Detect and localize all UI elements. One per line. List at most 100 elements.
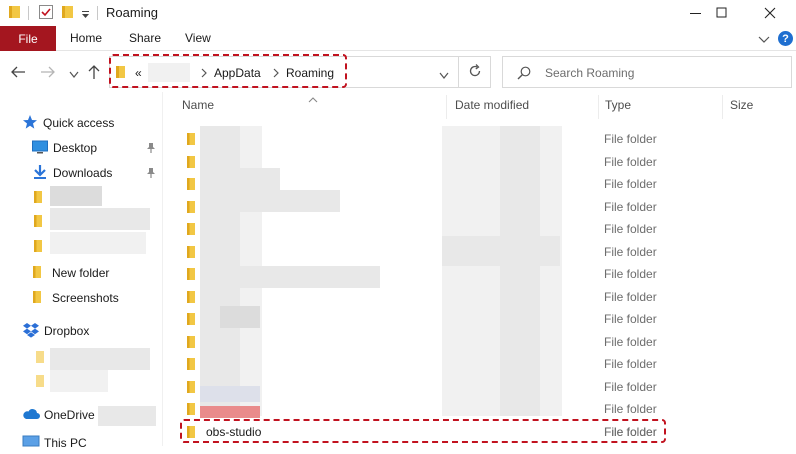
desktop-icon xyxy=(32,140,48,157)
ribbon-expand-chevron-icon[interactable] xyxy=(758,33,770,47)
forward-arrow-icon[interactable] xyxy=(40,65,56,82)
folder-icon xyxy=(186,402,196,419)
file-row[interactable]: File folder xyxy=(176,398,796,420)
pin-icon[interactable] xyxy=(146,142,156,157)
sidebar-label: OneDrive xyxy=(44,408,95,422)
sidebar-item-this-pc[interactable]: This PC xyxy=(22,432,87,454)
obs-studio-highlight xyxy=(180,419,666,443)
column-header-size[interactable]: Size xyxy=(730,98,753,112)
pin-icon[interactable] xyxy=(146,167,156,182)
sidebar-item-desktop[interactable]: Desktop xyxy=(32,137,97,159)
address-dropdown-chevron-icon[interactable] xyxy=(439,69,449,83)
column-divider[interactable] xyxy=(722,95,723,119)
redacted-label xyxy=(50,370,108,392)
column-divider[interactable] xyxy=(598,95,599,119)
sidebar-item-new-folder[interactable]: New folder xyxy=(32,262,109,284)
column-divider[interactable] xyxy=(446,95,447,119)
sidebar-item-downloads[interactable]: Downloads xyxy=(32,162,112,184)
sidebar-item-quick-access[interactable]: Quick access xyxy=(22,112,114,134)
file-type: File folder xyxy=(604,132,657,146)
star-icon xyxy=(22,114,38,133)
address-highlight xyxy=(109,54,347,88)
redacted-label xyxy=(98,406,156,426)
sort-ascending-chevron-icon[interactable] xyxy=(308,92,318,106)
folder-icon xyxy=(35,350,45,367)
sidebar-item-onedrive[interactable]: OneDrive xyxy=(22,404,95,426)
file-row[interactable]: File folder xyxy=(176,151,796,173)
file-type: File folder xyxy=(604,267,657,281)
close-button[interactable] xyxy=(750,0,790,26)
sidebar-label: Dropbox xyxy=(44,324,90,338)
file-row[interactable]: File folder xyxy=(176,196,796,218)
file-type: File folder xyxy=(604,379,657,394)
file-type: File folder xyxy=(604,289,657,304)
quick-access-toolbar-dropdown-icon[interactable] xyxy=(81,8,90,22)
folder-icon xyxy=(186,177,196,194)
search-box[interactable]: Search Roaming xyxy=(502,56,792,88)
redacted-label xyxy=(50,186,102,206)
redacted-label xyxy=(50,348,150,370)
file-type: File folder xyxy=(604,334,657,349)
file-type: File folder xyxy=(604,357,657,371)
sidebar-label: Downloads xyxy=(53,166,113,180)
help-button[interactable]: ? xyxy=(778,31,793,46)
folder-icon xyxy=(33,190,43,207)
file-row[interactable]: File folder xyxy=(176,308,796,330)
tab-file[interactable]: File xyxy=(0,26,56,51)
file-row[interactable]: File folder xyxy=(176,241,796,263)
file-type: File folder xyxy=(604,312,657,326)
folder-icon xyxy=(35,374,45,391)
up-arrow-icon[interactable] xyxy=(88,64,100,83)
file-row[interactable]: File folder xyxy=(176,173,796,195)
file-row[interactable]: File folder xyxy=(176,128,796,150)
folder-icon xyxy=(186,222,196,239)
sidebar-label: Quick access xyxy=(43,116,115,130)
ribbon: File Home Share View ? xyxy=(0,26,796,51)
refresh-button[interactable] xyxy=(459,56,491,88)
window-title: Roaming xyxy=(106,5,159,20)
column-header-name[interactable]: Name xyxy=(182,98,214,112)
sidebar-item-screenshots[interactable]: Screenshots xyxy=(32,287,119,309)
recent-locations-chevron-icon[interactable] xyxy=(69,68,79,82)
file-row[interactable]: File folder xyxy=(176,353,796,375)
file-type: File folder xyxy=(604,402,657,416)
back-arrow-icon[interactable] xyxy=(10,65,26,82)
file-row[interactable]: File folder xyxy=(176,218,796,240)
folder-icon xyxy=(186,200,196,217)
folder-icon xyxy=(186,335,196,352)
folder-icon xyxy=(186,290,196,307)
redacted-label xyxy=(50,208,150,230)
sidebar-label: Screenshots xyxy=(52,291,119,305)
column-header-date-modified[interactable]: Date modified xyxy=(455,98,529,112)
tab-share[interactable]: Share xyxy=(129,31,161,45)
properties-icon[interactable] xyxy=(38,4,54,23)
sidebar-label: This PC xyxy=(44,436,87,450)
new-folder-icon[interactable] xyxy=(61,4,75,23)
folder-icon xyxy=(8,4,22,23)
column-header-type[interactable]: Type xyxy=(605,98,631,112)
folder-icon xyxy=(186,357,196,374)
navigation-pane: Quick access Desktop Downloads New folde… xyxy=(0,92,163,450)
sidebar-label: New folder xyxy=(52,266,110,280)
dropbox-icon xyxy=(22,322,40,341)
folder-icon xyxy=(32,265,42,282)
file-type: File folder xyxy=(604,177,657,191)
computer-icon xyxy=(22,435,40,452)
tab-view[interactable]: View xyxy=(185,31,211,45)
file-type: File folder xyxy=(604,244,657,259)
search-input[interactable]: Search Roaming xyxy=(545,66,634,80)
sidebar-item-dropbox[interactable]: Dropbox xyxy=(22,320,89,342)
file-row[interactable]: File folder xyxy=(176,331,796,353)
file-row[interactable]: File folder xyxy=(176,286,796,308)
cloud-icon xyxy=(22,408,40,423)
file-row[interactable]: File folder xyxy=(176,376,796,398)
redacted-label xyxy=(50,232,146,254)
file-type: File folder xyxy=(604,199,657,214)
folder-icon xyxy=(32,290,42,307)
maximize-button[interactable] xyxy=(702,0,742,26)
tab-home[interactable]: Home xyxy=(70,31,102,45)
file-row[interactable]: File folder xyxy=(176,263,796,285)
search-icon xyxy=(517,66,531,83)
folder-icon xyxy=(33,214,43,231)
folder-icon xyxy=(33,239,43,256)
